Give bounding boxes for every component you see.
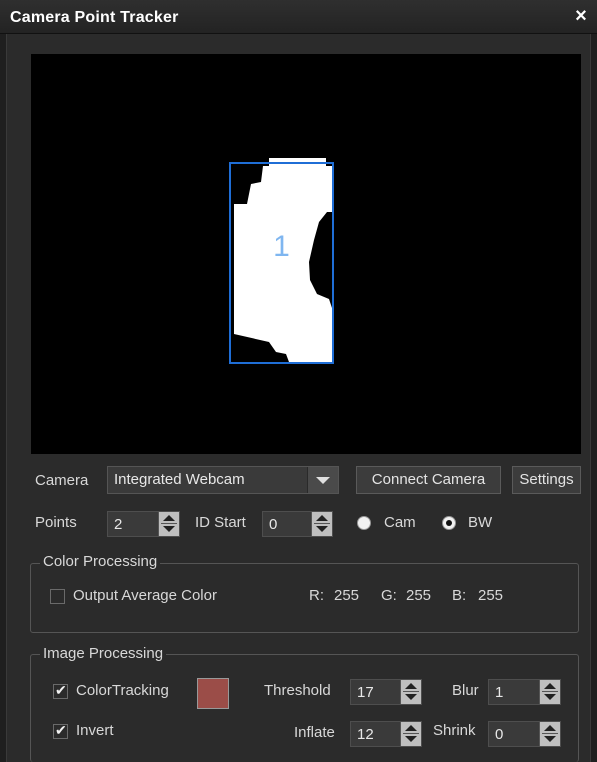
threshold-value: 17: [357, 684, 374, 701]
invert-label: Invert: [76, 722, 114, 739]
points-label: Points: [35, 514, 77, 531]
g-value: 255: [406, 587, 432, 604]
blur-label: Blur: [452, 682, 479, 699]
camera-select-value: Integrated Webcam: [114, 471, 245, 488]
g-label: G:: [381, 587, 397, 604]
mode-cam-radio[interactable]: [357, 516, 371, 530]
stepper-arrows-icon[interactable]: [400, 680, 421, 704]
inflate-stepper[interactable]: 12: [350, 721, 422, 747]
inflate-label: Inflate: [294, 724, 335, 741]
id-start-label: ID Start: [195, 514, 246, 531]
b-label: B:: [452, 587, 467, 604]
mode-cam-label: Cam: [384, 514, 416, 531]
stepper-arrows-icon[interactable]: [158, 512, 179, 536]
points-value: 2: [114, 516, 123, 533]
chevron-down-icon[interactable]: [307, 467, 338, 493]
b-value: 255: [478, 587, 504, 604]
tracked-point-id: 1: [273, 230, 290, 263]
r-value: 255: [334, 587, 360, 604]
stepper-arrows-icon[interactable]: [539, 722, 560, 746]
camera-select[interactable]: Integrated Webcam: [107, 466, 339, 494]
settings-button[interactable]: Settings: [512, 466, 581, 494]
shrink-value: 0: [495, 726, 504, 743]
color-tracking-label: ColorTracking: [76, 682, 169, 699]
stepper-arrows-icon[interactable]: [311, 512, 332, 536]
output-average-label: Output Average Color: [73, 587, 217, 604]
camera-label: Camera: [35, 472, 89, 489]
stepper-arrows-icon[interactable]: [539, 680, 560, 704]
output-average-checkbox[interactable]: [50, 589, 65, 604]
id-start-value: 0: [269, 516, 278, 533]
stepper-arrows-icon[interactable]: [400, 722, 421, 746]
r-label: R:: [309, 587, 324, 604]
color-tracking-checkbox[interactable]: [53, 682, 68, 699]
mode-bw-label: BW: [468, 514, 493, 531]
shrink-label: Shrink: [433, 722, 476, 739]
blur-stepper[interactable]: 1: [488, 679, 561, 705]
close-icon[interactable]: ×: [571, 5, 591, 27]
blur-value: 1: [495, 684, 504, 701]
window-title: Camera Point Tracker: [10, 9, 179, 26]
tracking-color-swatch[interactable]: [197, 678, 229, 709]
tracked-point-box: 1: [229, 162, 334, 364]
id-start-stepper[interactable]: 0: [262, 511, 333, 537]
inflate-value: 12: [357, 726, 374, 743]
threshold-label: Threshold: [264, 682, 331, 699]
invert-checkbox[interactable]: [53, 722, 68, 739]
threshold-stepper[interactable]: 17: [350, 679, 422, 705]
camera-preview: 1: [31, 54, 581, 454]
image-processing-title: Image Processing: [40, 645, 167, 663]
mode-bw-radio[interactable]: [442, 516, 456, 530]
title-bar[interactable]: Camera Point Tracker ×: [0, 0, 597, 34]
shrink-stepper[interactable]: 0: [488, 721, 561, 747]
points-stepper[interactable]: 2: [107, 511, 180, 537]
connect-camera-button[interactable]: Connect Camera: [356, 466, 501, 494]
color-processing-title: Color Processing: [40, 553, 161, 571]
